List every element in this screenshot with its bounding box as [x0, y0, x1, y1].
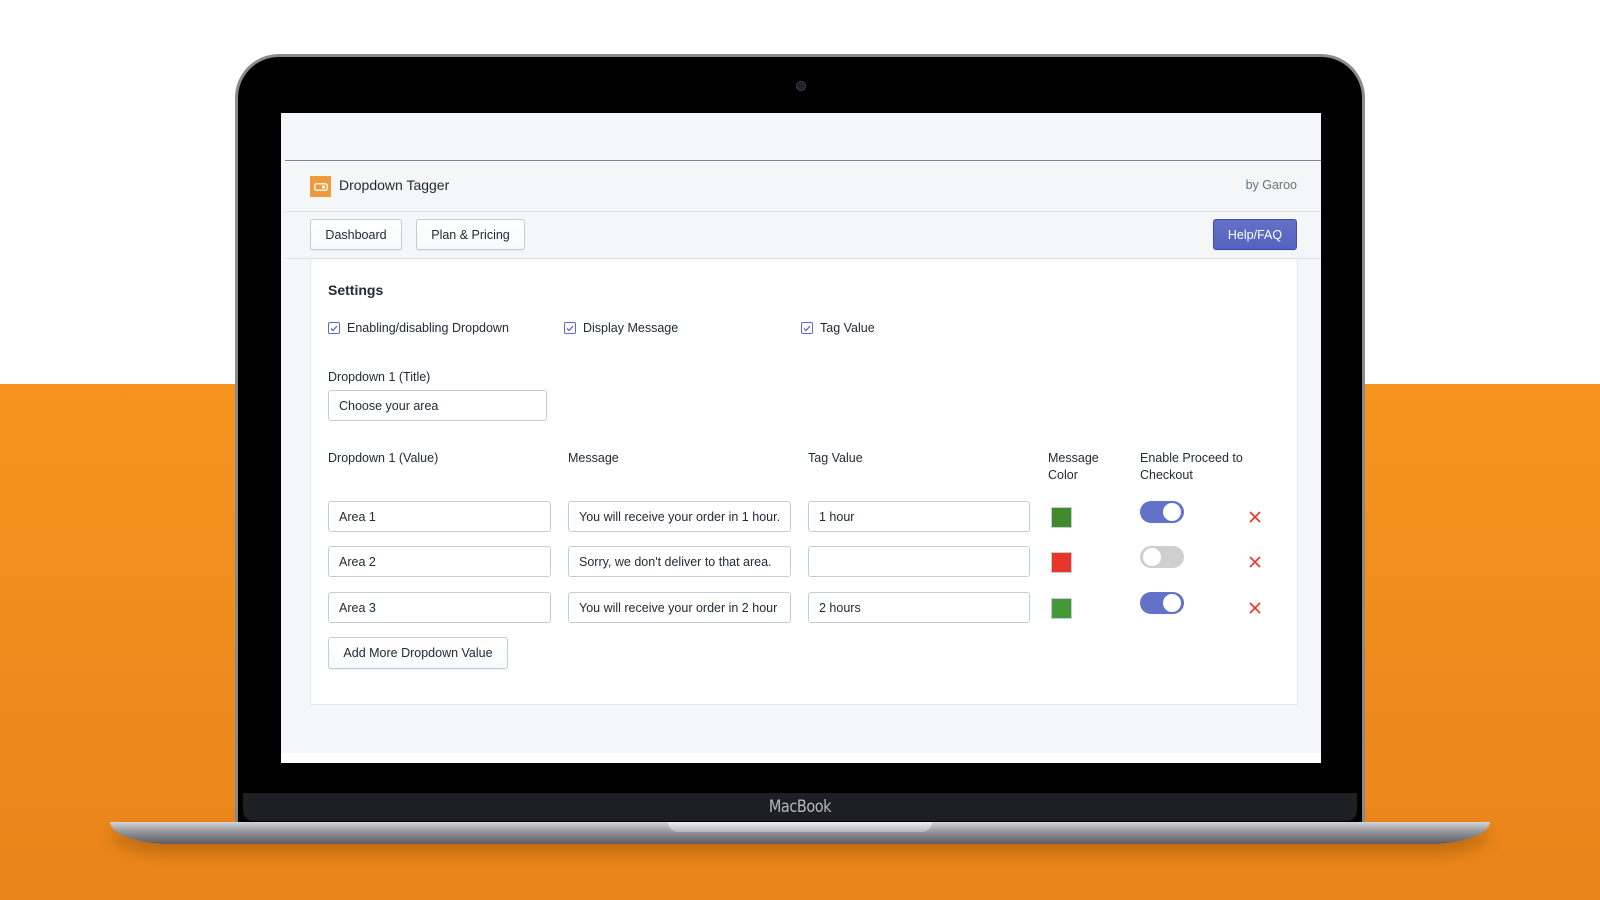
row-message-input[interactable]: You will receive your order in 1 hour.	[568, 501, 791, 532]
column-header-checkout: Enable Proceed to Checkout	[1140, 450, 1243, 484]
column-header-color-line2: Color	[1048, 468, 1078, 482]
checkbox-label: Enabling/disabling Dropdown	[347, 321, 509, 335]
message-color-swatch[interactable]	[1051, 507, 1072, 528]
camera-icon	[796, 81, 806, 91]
checkbox-checked-icon[interactable]	[564, 322, 576, 334]
row-message-input[interactable]: You will receive your order in 2 hour	[568, 592, 791, 623]
column-header-checkout-line1: Enable Proceed to	[1140, 451, 1243, 465]
close-icon[interactable]	[1248, 510, 1262, 524]
column-header-tag: Tag Value	[808, 451, 863, 465]
settings-title: Settings	[328, 282, 384, 298]
device-brand: MacBook	[768, 797, 832, 817]
app-header: Dropdown Tagger by Garoo	[285, 161, 1321, 212]
app-title: Dropdown Tagger	[339, 177, 450, 193]
checkout-toggle[interactable]	[1140, 592, 1184, 614]
help-faq-button[interactable]: Help/FAQ	[1213, 219, 1297, 250]
screen-bottom-strip	[281, 753, 1321, 763]
row-tag-input[interactable]	[808, 546, 1030, 577]
dropdown-title-label: Dropdown 1 (Title)	[328, 370, 431, 384]
row-value-input[interactable]: Area 1	[328, 501, 551, 532]
column-header-checkout-line2: Checkout	[1140, 468, 1193, 482]
close-icon[interactable]	[1248, 555, 1262, 569]
checkbox-checked-icon[interactable]	[328, 322, 340, 334]
checkbox-tag-value[interactable]: Tag Value	[801, 321, 875, 335]
toggle-knob	[1143, 548, 1161, 566]
plan-pricing-button[interactable]: Plan & Pricing	[416, 219, 525, 250]
checkbox-display-message[interactable]: Display Message	[564, 321, 678, 335]
checkout-toggle[interactable]	[1140, 501, 1184, 523]
close-icon[interactable]	[1248, 601, 1262, 615]
row-value-input[interactable]: Area 2	[328, 546, 551, 577]
dashboard-button[interactable]: Dashboard	[310, 219, 402, 250]
checkbox-enable-dropdown[interactable]: Enabling/disabling Dropdown	[328, 321, 509, 335]
laptop-notch	[668, 822, 932, 832]
checkbox-checked-icon[interactable]	[801, 322, 813, 334]
dropdown-title-input[interactable]: Choose your area	[328, 390, 547, 421]
column-header-value: Dropdown 1 (Value)	[328, 451, 439, 465]
vendor-label: by Garoo	[1245, 178, 1297, 192]
column-header-message: Message	[568, 451, 619, 465]
column-header-color-line1: Message	[1048, 451, 1099, 465]
row-tag-input[interactable]: 2 hours	[808, 592, 1030, 623]
nav-bar: Dashboard Plan & Pricing Help/FAQ	[285, 212, 1321, 259]
message-color-swatch[interactable]	[1051, 552, 1072, 573]
checkout-toggle[interactable]	[1140, 546, 1184, 568]
column-header-color: Message Color	[1048, 450, 1099, 484]
app-screen: Dropdown Tagger by Garoo Dashboard Plan …	[281, 113, 1321, 763]
row-message-input[interactable]: Sorry, we don't deliver to that area.	[568, 546, 791, 577]
checkbox-label: Display Message	[583, 321, 679, 335]
add-dropdown-value-button[interactable]: Add More Dropdown Value	[328, 637, 508, 669]
dropdown-tag-icon	[310, 176, 331, 197]
toggle-knob	[1163, 503, 1181, 521]
row-value-input[interactable]: Area 3	[328, 592, 551, 623]
row-tag-input[interactable]: 1 hour	[808, 501, 1030, 532]
settings-card: Settings Enabling/disabling Dropdown Dis…	[310, 260, 1298, 705]
message-color-swatch[interactable]	[1051, 598, 1072, 619]
checkbox-label: Tag Value	[820, 321, 875, 335]
toggle-knob	[1163, 594, 1181, 612]
